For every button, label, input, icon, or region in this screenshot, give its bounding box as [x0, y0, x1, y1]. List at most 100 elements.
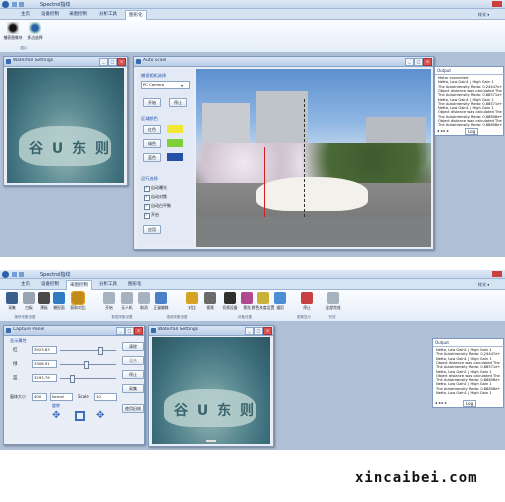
apply-button[interactable]: 应用: [143, 225, 161, 234]
tab-home[interactable]: 主页: [18, 280, 33, 289]
red-value-field[interactable]: 3923.83: [32, 346, 57, 354]
ribbon-button[interactable]: 颜色灰度设置: [252, 291, 274, 315]
maximize-button[interactable]: □: [414, 58, 423, 66]
yellow-swatch[interactable]: [167, 125, 183, 133]
minimize-button[interactable]: _: [99, 58, 108, 66]
style-menu[interactable]: 样式 ▾: [478, 12, 489, 18]
rotate-right-icon[interactable]: ✥: [96, 411, 106, 421]
auto-focus-checkbox[interactable]: [144, 194, 150, 201]
tab-device-control[interactable]: 设备控制: [38, 280, 62, 289]
chevron-down-icon[interactable]: ▾: [181, 83, 183, 88]
maximize-button[interactable]: □: [108, 58, 117, 66]
minimize-button[interactable]: _: [405, 58, 414, 66]
green-label: 绿: [13, 362, 18, 367]
ribbon-button[interactable]: 采集: [3, 291, 21, 315]
scroll-indicator[interactable]: [206, 440, 216, 442]
green-color-button[interactable]: 绿色: [143, 139, 161, 148]
tab-analysis-tools[interactable]: 分析工具: [96, 10, 120, 19]
window-size-field[interactable]: 400: [32, 393, 47, 401]
ribbon-group-label: 完成: [328, 315, 336, 319]
ribbon-button[interactable]: 视频: [201, 291, 219, 315]
blue-slider[interactable]: [60, 378, 116, 379]
ribbon-button[interactable]: 通用: [271, 291, 289, 315]
output-title: Output: [437, 68, 451, 73]
ribbon-button-icon: [53, 292, 65, 304]
window-size-label: 窗体大小: [10, 394, 26, 399]
quick-access-icon[interactable]: [12, 2, 17, 7]
close-button[interactable]: ×: [423, 58, 432, 66]
bottom-ribbon: 采集 白板 黑板 捕捉面 获取对比 开始 无人机 取消 正量偏移 对比 视频 切换设备 预览 颜色灰度设置…: [0, 290, 505, 322]
use-old-frame-button[interactable]: 使用旧帧: [122, 404, 144, 413]
app-icon[interactable]: [2, 1, 9, 8]
close-button[interactable]: ×: [117, 58, 126, 66]
auto-white-balance-checkbox[interactable]: [144, 203, 150, 210]
ribbon-button-icon: [301, 292, 313, 304]
ribbon-button[interactable]: 切换设备: [221, 291, 239, 315]
ribbon-button[interactable]: 对比: [183, 291, 201, 315]
ribbon-button[interactable]: 取消: [135, 291, 153, 315]
blue-swatch[interactable]: [167, 153, 183, 161]
maximize-button[interactable]: □: [125, 327, 134, 335]
output-tab-log[interactable]: Log: [463, 400, 477, 407]
ribbon-button[interactable]: 停止: [298, 291, 316, 315]
quick-access-icon[interactable]: [12, 272, 17, 277]
app-icon[interactable]: [2, 271, 9, 278]
green-slider-thumb[interactable]: [84, 361, 89, 369]
enable-checkbox[interactable]: [144, 212, 150, 219]
capture-image-button[interactable]: 捕获图像块: [4, 21, 22, 45]
ribbon-button[interactable]: 无人机: [118, 291, 136, 315]
tab-graphics[interactable]: 图形化: [125, 10, 147, 20]
quick-access-icon[interactable]: [19, 272, 24, 277]
blue-value-field[interactable]: 3293.79: [32, 374, 57, 382]
capture-button[interactable]: 采集: [122, 384, 144, 393]
flip-icon[interactable]: [75, 411, 85, 421]
tab-graphics[interactable]: 图形化: [125, 280, 145, 289]
clear-button[interactable]: 清除: [122, 342, 144, 351]
ribbon-button[interactable]: 正量偏移: [152, 291, 170, 315]
multi-select-button[interactable]: 多边选择: [26, 21, 44, 45]
output-nav[interactable]: ◂ ◂ ▸ ▸: [437, 128, 449, 133]
scale-select[interactable]: 10: [94, 393, 117, 401]
stop-button[interactable]: 停止: [169, 98, 187, 107]
red-slider[interactable]: [60, 350, 116, 351]
output-tab-log[interactable]: Log: [465, 128, 479, 135]
ribbon-button[interactable]: 获取对比: [69, 291, 87, 315]
minimize-button[interactable]: _: [245, 327, 254, 335]
window-close-icon[interactable]: [492, 1, 502, 7]
ribbon-group-label: 图像显示: [297, 315, 311, 319]
start-button[interactable]: 开始: [143, 98, 161, 107]
red-slider-thumb[interactable]: [98, 347, 103, 355]
red-color-button[interactable]: 红色: [143, 125, 161, 134]
window-title: Waterfall Settings: [158, 327, 199, 332]
mix-button[interactable]: 混合: [122, 356, 144, 365]
ribbon-button-icon: [274, 292, 286, 304]
close-button[interactable]: ×: [134, 327, 143, 335]
ribbon-button[interactable]: 开始: [100, 291, 118, 315]
output-nav[interactable]: ◂ ◂ ▸ ▸: [435, 400, 447, 405]
tab-capture-control[interactable]: 采图控制: [66, 10, 90, 19]
minimize-button[interactable]: _: [116, 327, 125, 335]
tab-capture-control[interactable]: 采图控制: [66, 280, 92, 290]
style-menu[interactable]: 样式 ▾: [478, 282, 489, 288]
green-swatch[interactable]: [167, 139, 183, 147]
blue-color-button[interactable]: 蓝色: [143, 153, 161, 162]
window-close-icon[interactable]: [492, 271, 502, 277]
ribbon-button-label: 获取对比: [70, 305, 86, 310]
blue-slider-thumb[interactable]: [70, 375, 75, 383]
auto-exposure-checkbox[interactable]: [144, 185, 150, 192]
ribbon-button[interactable]: 全部完成: [324, 291, 342, 315]
output-panel: Output Motor connected Netto, Low Gain1 |…: [434, 66, 505, 136]
stop-button[interactable]: 停止: [122, 370, 144, 379]
ribbon-group-label: 数据采集设置: [111, 315, 133, 319]
tab-device-control[interactable]: 设备控制: [38, 10, 62, 19]
maximize-button[interactable]: □: [254, 327, 263, 335]
tab-analysis-tools[interactable]: 分析工具: [96, 280, 120, 289]
quick-access-icon[interactable]: [19, 2, 24, 7]
tab-home[interactable]: 主页: [18, 10, 33, 19]
close-button[interactable]: ×: [263, 327, 272, 335]
kernel-select[interactable]: Kernel: [50, 393, 73, 401]
waterfall-image: 谷 U 东 则: [7, 68, 124, 183]
ribbon-button[interactable]: 捕捉面: [50, 291, 68, 315]
rotate-left-icon[interactable]: ✥: [52, 411, 62, 421]
green-value-field[interactable]: 3306.91: [32, 360, 57, 368]
